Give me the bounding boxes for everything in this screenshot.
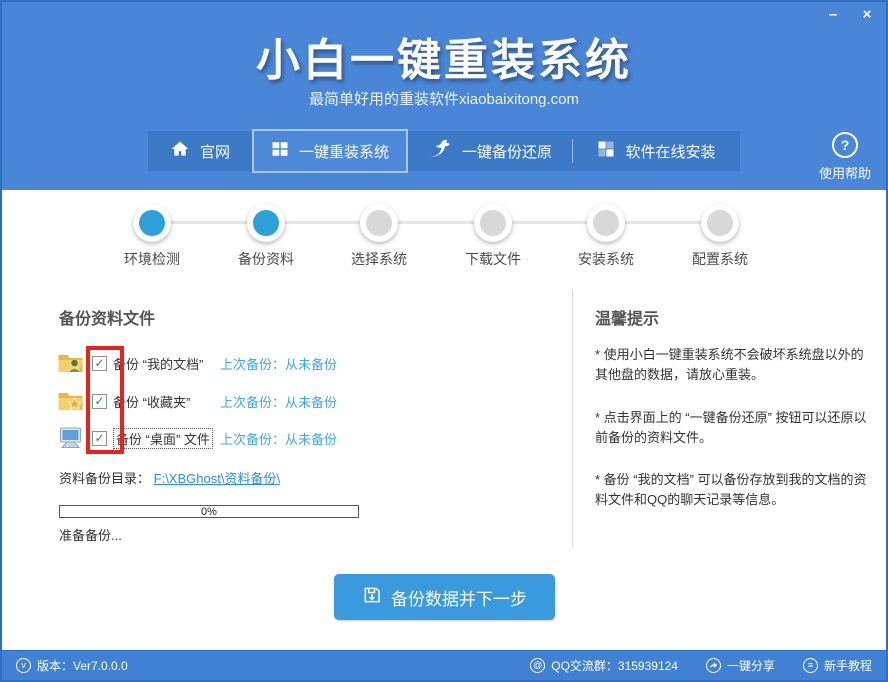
tab-online-install[interactable]: 软件在线安装 <box>573 131 740 171</box>
help-button[interactable]: ? 使用帮助 <box>808 132 882 182</box>
tab-label: 官网 <box>200 141 230 162</box>
tutorial-text: 新手教程 <box>824 657 872 674</box>
minimize-button[interactable]: – <box>824 5 842 25</box>
checkbox-backup-favorites[interactable]: ✓ <box>92 394 107 409</box>
step-dot-backup-data <box>247 204 285 242</box>
tutorial-icon: ≡ <box>803 658 818 673</box>
tip-item: * 使用小白一键重装系统不会破坏系统盘以外的其他盘的数据，请放心重装。 <box>595 345 869 385</box>
tab-label: 一键重装系统 <box>299 141 389 162</box>
panel-divider <box>572 289 573 547</box>
backup-directory-row: 资料备份目录： F:\XBGhost\资料备份\ <box>59 468 280 487</box>
last-backup-status-link[interactable]: 上次备份：从未备份 <box>220 392 337 411</box>
tab-label: 软件在线安装 <box>625 141 715 162</box>
window-controls: – × <box>824 5 876 25</box>
backup-row-favorites: ✓ 备份 “收藏夹” 上次备份：从未备份 <box>57 388 537 414</box>
beginner-tutorial-link[interactable]: ≡ 新手教程 <box>803 657 872 674</box>
tab-one-click-reinstall[interactable]: 一键重装系统 <box>252 129 408 173</box>
favorites-folder-icon <box>57 389 84 413</box>
last-backup-status-link[interactable]: 上次备份：从未备份 <box>220 429 337 448</box>
backup-section-heading: 备份资料文件 <box>59 305 155 329</box>
step-label: 配置系统 <box>680 249 760 269</box>
step-dot-download-files <box>474 204 512 242</box>
bird-icon <box>428 137 452 165</box>
version-icon: v <box>16 658 31 673</box>
tab-backup-restore[interactable]: 一键备份还原 <box>408 131 572 171</box>
version-text: 版本：Ver7.0.0.0 <box>37 657 128 674</box>
checkbox-backup-my-documents[interactable]: ✓ <box>92 356 107 371</box>
qq-group-text: QQ交流群：315939124 <box>551 657 678 674</box>
step-dot-install-system <box>587 204 625 242</box>
backup-row-my-documents: ✓ 备份 “我的文档” 上次备份：从未备份 <box>57 350 537 376</box>
help-label: 使用帮助 <box>808 163 882 182</box>
save-icon <box>362 585 382 610</box>
one-click-share-link[interactable]: 一键分享 <box>706 657 775 674</box>
my-documents-folder-icon <box>57 351 84 375</box>
step-dot-configure-system <box>701 204 739 242</box>
step-label: 备份资料 <box>226 249 306 269</box>
backup-status-text: 准备备份... <box>59 525 122 544</box>
backup-progress-bar: 0% <box>59 505 359 518</box>
backup-row-label: 备份 “桌面” 文件 <box>113 428 213 449</box>
qq-icon: @ <box>530 658 545 673</box>
checkbox-backup-desktop[interactable]: ✓ <box>92 431 107 446</box>
footer-links: @ QQ交流群：315939124 一键分享 ≡ 新手教程 <box>530 657 872 674</box>
step-dot-env-check <box>133 204 171 242</box>
action-button-label: 备份数据并下一步 <box>391 585 527 610</box>
grid-icon <box>597 140 615 162</box>
step-connector-line <box>152 221 720 224</box>
step-label: 环境检测 <box>112 249 192 269</box>
step-label: 安装系统 <box>566 249 646 269</box>
step-label: 下载文件 <box>453 249 533 269</box>
step-dot-select-system <box>360 204 398 242</box>
tab-label: 一键备份还原 <box>462 141 552 162</box>
share-icon <box>706 658 721 673</box>
tip-item: * 备份 “我的文档” 可以备份存放到我的文档的资料文件和QQ的聊天记录等信息。 <box>595 470 869 510</box>
backup-and-next-button[interactable]: 备份数据并下一步 <box>334 574 555 620</box>
backup-row-label: 备份 “收藏夹” <box>113 392 190 411</box>
page-title: 小白一键重装系统 <box>2 24 886 88</box>
tab-official-site[interactable]: 官网 <box>148 131 252 171</box>
app-window: – × 小白一键重装系统 最简单好用的重装软件xiaobaixitong.com… <box>0 0 888 682</box>
last-backup-status-link[interactable]: 上次备份：从未备份 <box>220 354 337 373</box>
backup-directory-label: 资料备份目录： <box>59 471 150 486</box>
qq-group-link[interactable]: @ QQ交流群：315939124 <box>530 657 678 674</box>
tip-item: * 点击界面上的 “一键备份还原” 按钮可以还原以前备份的资料文件。 <box>595 408 869 448</box>
footer-bar: v 版本：Ver7.0.0.0 @ QQ交流群：315939124 一键分享 ≡… <box>2 650 886 680</box>
header: – × 小白一键重装系统 最简单好用的重装软件xiaobaixitong.com… <box>2 2 886 190</box>
version-info: v 版本：Ver7.0.0.0 <box>16 657 128 674</box>
close-button[interactable]: × <box>858 5 876 25</box>
desktop-computer-icon <box>57 426 84 450</box>
share-text: 一键分享 <box>727 657 775 674</box>
page-subtitle: 最简单好用的重装软件xiaobaixitong.com <box>2 88 886 109</box>
backup-row-desktop: ✓ 备份 “桌面” 文件 上次备份：从未备份 <box>57 425 537 451</box>
nav-tabbar: 官网 一键重装系统 一键备份还原 软件在线安装 <box>148 131 740 171</box>
step-label: 选择系统 <box>339 249 419 269</box>
windows-icon <box>271 140 289 162</box>
backup-row-label: 备份 “我的文档” <box>113 354 203 373</box>
backup-directory-link[interactable]: F:\XBGhost\资料备份\ <box>154 471 280 486</box>
home-icon <box>170 139 190 163</box>
tips-heading: 温馨提示 <box>595 305 659 329</box>
help-icon: ? <box>832 132 858 158</box>
